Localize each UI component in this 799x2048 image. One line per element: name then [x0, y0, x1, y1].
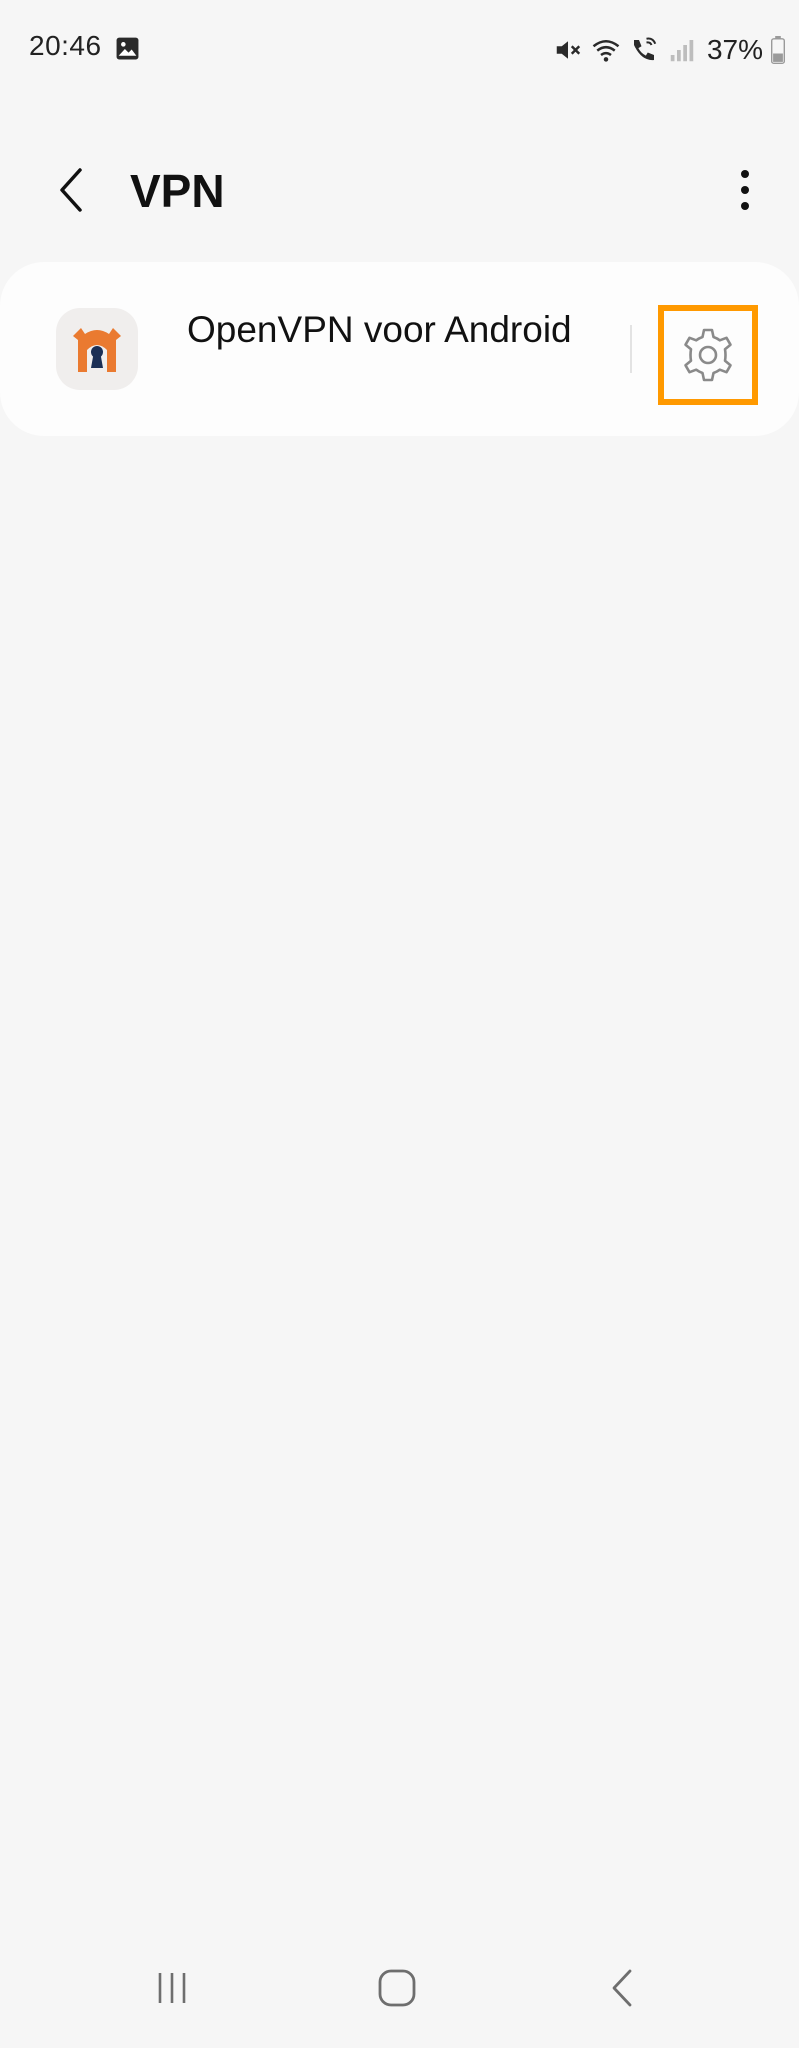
vpn-name: OpenVPN voor Android — [187, 309, 572, 350]
more-options-button[interactable] — [713, 158, 777, 222]
openvpn-app-icon — [56, 308, 138, 390]
battery-percentage: 37% — [706, 34, 763, 65]
home-icon — [378, 1969, 416, 2007]
mute-icon — [556, 41, 581, 59]
recents-button[interactable] — [136, 1956, 208, 2020]
navigation-bar — [0, 1940, 799, 2048]
app-header: VPN — [0, 140, 799, 240]
signal-icon — [670, 40, 694, 62]
battery-icon — [771, 36, 785, 64]
home-button[interactable] — [361, 1956, 433, 2020]
divider — [630, 325, 632, 373]
recents-icon — [158, 1973, 186, 2003]
gallery-icon — [116, 37, 139, 60]
status-bar: 20:46 37% — [0, 0, 799, 96]
nav-back-button[interactable] — [586, 1956, 658, 2020]
status-icons: 37% — [553, 30, 785, 70]
status-time: 20:46 — [29, 30, 102, 61]
vpn-list-item[interactable]: OpenVPN voor Android — [0, 262, 799, 436]
back-button[interactable] — [40, 158, 104, 222]
wifi-icon — [592, 40, 620, 62]
more-vert-icon — [741, 170, 749, 210]
page-title: VPN — [130, 165, 225, 217]
back-icon — [612, 1969, 632, 2007]
vpn-settings-button[interactable] — [658, 305, 758, 405]
wifi-calling-icon — [633, 37, 657, 61]
gear-icon — [684, 328, 732, 382]
chevron-left-icon — [60, 168, 82, 212]
